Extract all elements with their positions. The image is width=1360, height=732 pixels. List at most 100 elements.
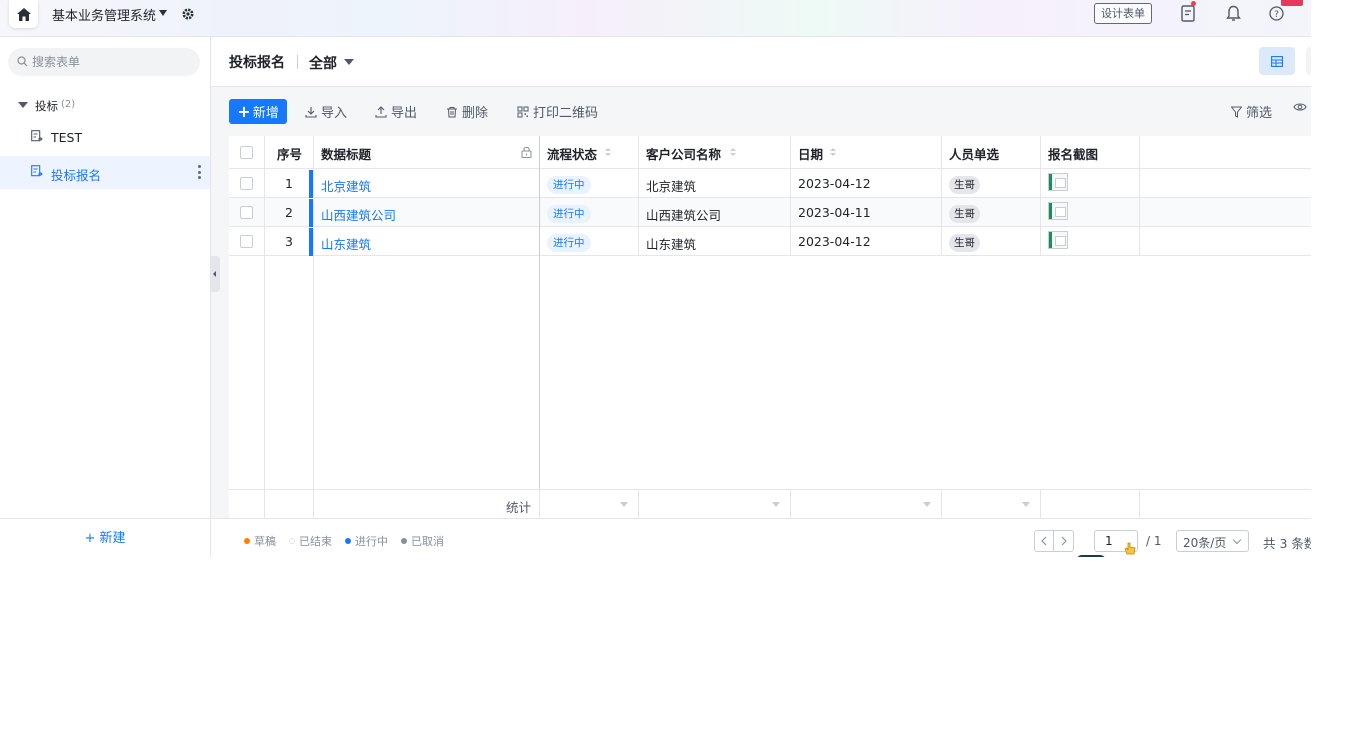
column-header-date[interactable]: 日期 [791, 136, 942, 169]
status-cell: 进行中 [540, 227, 639, 256]
floating-assistant-button[interactable] [1076, 555, 1106, 557]
app-window: 基本业务管理系统 设计表单 ? 投标 (2) TEST [0, 0, 1311, 557]
image-thumbnail[interactable] [1048, 173, 1068, 191]
table-view-button[interactable] [1259, 47, 1295, 75]
company-cell: 山西建筑公司 [639, 198, 791, 227]
eye-icon [1293, 103, 1307, 111]
column-header-title[interactable]: 数据标题 [314, 136, 540, 169]
column-header-person[interactable]: 人员单选 [942, 136, 1041, 169]
filter-icon [1231, 106, 1242, 118]
help-icon[interactable]: ? [1267, 4, 1285, 22]
row-checkbox[interactable] [240, 206, 253, 219]
add-button[interactable]: + 新增 [229, 99, 287, 124]
search-input[interactable] [32, 48, 192, 76]
title-link[interactable]: 北京建筑 [321, 179, 371, 194]
filter-button[interactable]: 筛选 [1231, 102, 1272, 121]
image-thumbnail[interactable] [1048, 231, 1068, 249]
page-size-select[interactable]: 20条/页 [1176, 530, 1249, 552]
caret-down-icon [620, 502, 628, 507]
column-header[interactable]: 序号 [265, 136, 314, 169]
column-header-label: 日期 [798, 147, 824, 162]
gear-icon[interactable] [181, 7, 195, 25]
title-cell[interactable]: 北京建筑 [314, 169, 540, 198]
chevron-down-icon[interactable] [159, 10, 167, 16]
title-link[interactable]: 山西建筑公司 [321, 208, 396, 223]
import-label: 导入 [321, 106, 348, 121]
column-header-status[interactable]: 流程状态 [540, 136, 639, 169]
sidebar-group[interactable]: 投标 (2) [0, 95, 211, 117]
prev-page-button[interactable] [1034, 530, 1054, 552]
date-cell: 2023-04-11 [791, 198, 942, 227]
date-cell: 2023-04-12 [791, 169, 942, 198]
view-select[interactable]: 全部 [309, 53, 337, 73]
sort-icon[interactable] [830, 148, 836, 157]
stats-label: 统计 [505, 500, 531, 515]
page-header: 投标报名 全部 [211, 37, 1311, 87]
row-select-cell [229, 169, 265, 198]
caret-down-icon[interactable] [344, 59, 354, 65]
stats-dropdown[interactable] [791, 490, 942, 518]
print-qr-button[interactable]: 打印二维码 [517, 102, 598, 121]
image-thumbnail[interactable] [1048, 202, 1068, 220]
filter-label: 筛选 [1246, 106, 1273, 121]
person-badge: 生哥 [949, 205, 980, 223]
other-view-button[interactable] [1306, 47, 1311, 75]
sidebar-item-bid-signup[interactable]: 投标报名 [0, 156, 210, 189]
stats-dropdown[interactable] [942, 490, 1041, 518]
column-header-company[interactable]: 客户公司名称 [639, 136, 791, 169]
total-pages: / 1 [1146, 534, 1162, 548]
row-number: 1 [265, 169, 314, 198]
column-header-screenshot[interactable]: 报名截图 [1041, 136, 1140, 169]
export-button[interactable]: 导出 [375, 102, 417, 121]
column-divider [313, 256, 314, 489]
column-header-label: 客户公司名称 [646, 147, 722, 162]
status-bar: 草稿 已结束 进行中 已取消 1 / 1 20条/页 共 3 条数 [211, 518, 1311, 557]
sort-icon[interactable] [605, 148, 611, 157]
row-checkbox[interactable] [240, 235, 253, 248]
title-cell[interactable]: 山西建筑公司 [314, 198, 540, 227]
sidebar-item-test[interactable]: TEST [0, 121, 210, 154]
person-cell: 生哥 [942, 169, 1041, 198]
stats-cell [1041, 490, 1140, 518]
hand-pointer-icon [1123, 541, 1137, 557]
bell-icon[interactable] [1224, 4, 1242, 22]
stats-dropdown[interactable] [639, 490, 791, 518]
plus-icon: + [237, 101, 251, 121]
sidebar-collapse-handle[interactable] [210, 256, 220, 292]
import-icon [305, 106, 317, 118]
title-link[interactable]: 山东建筑 [321, 237, 371, 252]
status-dot [345, 538, 351, 544]
sort-icon[interactable] [730, 148, 736, 157]
title-cell[interactable]: 山东建筑 [314, 227, 540, 256]
top-bar: 基本业务管理系统 设计表单 ? [0, 0, 1311, 37]
export-label: 导出 [391, 106, 418, 121]
legend-in-progress: 进行中 [345, 533, 388, 549]
add-button-label: 新增 [252, 106, 279, 121]
design-form-button[interactable]: 设计表单 [1094, 3, 1152, 24]
more-vertical-icon[interactable] [197, 165, 201, 179]
record-count: 共 3 条数 [1263, 536, 1311, 551]
home-button[interactable] [9, 0, 38, 28]
empty-cell [1140, 169, 1311, 198]
sidebar-search[interactable] [8, 48, 200, 76]
app-name[interactable]: 基本业务管理系统 [52, 5, 156, 24]
select-all-checkbox[interactable] [240, 146, 253, 159]
visibility-button[interactable] [1293, 102, 1307, 112]
empty-cell [1140, 227, 1311, 256]
next-page-button[interactable] [1054, 530, 1074, 552]
new-form-button[interactable]: + 新建 [0, 518, 210, 557]
date-cell: 2023-04-12 [791, 227, 942, 256]
caret-down-icon[interactable] [18, 102, 28, 108]
status-badge: 进行中 [547, 176, 591, 194]
column-header-label: 流程状态 [547, 147, 598, 162]
person-badge: 生哥 [949, 234, 980, 252]
import-button[interactable]: 导入 [305, 102, 347, 121]
legend-draft: 草稿 [244, 533, 276, 549]
delete-button[interactable]: 删除 [446, 102, 488, 121]
group-count: (2) [61, 99, 76, 110]
lock-icon[interactable] [521, 146, 532, 158]
form-notice-icon[interactable] [1179, 4, 1197, 22]
row-checkbox[interactable] [240, 177, 253, 190]
sidebar-item-label: 投标报名 [51, 168, 102, 183]
stats-dropdown[interactable] [540, 490, 639, 518]
